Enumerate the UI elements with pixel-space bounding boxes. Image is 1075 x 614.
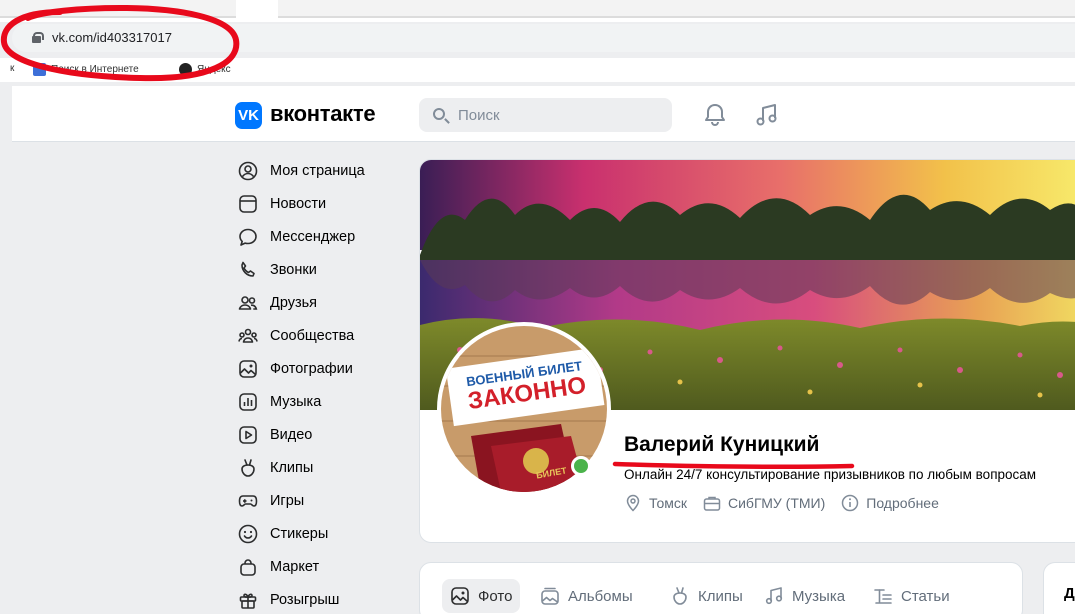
gamepad-icon (238, 494, 258, 507)
address-bar[interactable]: vk.com/id403317017 (12, 24, 1075, 52)
tab-articles[interactable]: Статьи (865, 579, 958, 613)
photo-icon (239, 359, 257, 378)
sidebar-item-photos[interactable]: Фотографии (234, 352, 404, 385)
sidebar-item-games[interactable]: Игры (234, 484, 404, 517)
sidebar-item-market[interactable]: Маркет (234, 550, 404, 583)
sidebar-item-my-page[interactable]: Моя страница (234, 154, 404, 187)
info-icon (842, 494, 859, 512)
sidebar-item-friends[interactable]: Друзья (234, 286, 404, 319)
photo-icon (451, 587, 469, 605)
music-icon (765, 587, 783, 605)
bookmark-item[interactable]: к (10, 63, 14, 74)
sidebar-item-giveaway[interactable]: Розыгрыш (234, 583, 404, 614)
sidebar-item-communities[interactable]: Сообщества (234, 319, 404, 352)
sidebar-item-messenger[interactable]: Мессенджер (234, 220, 404, 253)
tab-photo[interactable]: Фото (442, 579, 521, 613)
message-icon (239, 228, 257, 246)
articles-icon (874, 589, 892, 604)
sidebar-item-news[interactable]: Новости (234, 187, 404, 220)
search-input[interactable] (458, 105, 658, 125)
profile-city[interactable]: Томск (624, 494, 687, 512)
albums-icon (541, 587, 559, 605)
profile-tabs-card: Фото Альбомы Клипы Музыка Статьи (419, 562, 1023, 614)
clips-icon (241, 458, 255, 477)
user-circle-icon (238, 161, 258, 180)
right-side-card[interactable]: Д (1043, 562, 1075, 614)
music-note-icon[interactable] (753, 101, 781, 129)
profile-more-button[interactable]: Подробнее (841, 494, 939, 512)
briefcase-icon (703, 496, 721, 511)
smile-icon (238, 524, 258, 543)
video-icon (239, 425, 257, 444)
sidebar-item-stickers[interactable]: Стикеры (234, 517, 404, 550)
tab-albums[interactable]: Альбомы (532, 579, 641, 613)
phone-icon (241, 261, 255, 277)
market-bag-icon (240, 558, 256, 576)
bookmark-favicon-icon (33, 63, 46, 76)
music-icon (239, 392, 257, 411)
bell-icon[interactable] (701, 101, 729, 129)
profile-name: Валерий Куницкий (624, 433, 820, 456)
tab-music[interactable]: Музыка (756, 579, 853, 613)
online-status-indicator (571, 456, 591, 476)
clips-icon (673, 587, 687, 605)
sidebar-item-calls[interactable]: Звонки (234, 253, 404, 286)
sidebar-item-music[interactable]: Музыка (234, 385, 404, 418)
sidebar-item-clips[interactable]: Клипы (234, 451, 404, 484)
vk-header: VK вконтакте (12, 86, 1075, 142)
vk-brand-name[interactable]: вконтакте (270, 101, 376, 127)
communities-icon (238, 328, 258, 343)
profile-university[interactable]: СибГМУ (ТМИ) (703, 494, 825, 512)
profile-info-row: Томск СибГМУ (ТМИ) Подробнее (624, 494, 955, 512)
search-icon (433, 108, 445, 120)
gift-icon (239, 593, 257, 609)
lock-icon[interactable] (32, 32, 44, 43)
bookmark-item[interactable]: Поиск в Интернете (33, 63, 139, 76)
newsfeed-icon (239, 194, 257, 213)
bookmark-item[interactable]: Яндекс (179, 63, 231, 76)
browser-tab[interactable] (0, 0, 236, 18)
bookmarks-bar: к Поиск в Интернете Яндекс (0, 58, 1075, 82)
url-text[interactable]: vk.com/id403317017 (52, 30, 172, 45)
browser-tab-strip (0, 0, 1075, 22)
left-sidebar: Моя страница Новости Мессенджер Звонки Д… (234, 154, 404, 614)
location-pin-icon (626, 494, 640, 512)
tab-clips[interactable]: Клипы (662, 579, 751, 613)
yandex-favicon-icon (179, 63, 192, 76)
browser-tab[interactable] (278, 0, 1075, 18)
profile-status: Онлайн 24/7 консультирование призывников… (624, 467, 1037, 482)
search-box[interactable] (419, 98, 672, 132)
vk-logo-icon[interactable]: VK (235, 102, 262, 129)
sidebar-item-video[interactable]: Видео (234, 418, 404, 451)
friends-icon (238, 295, 258, 310)
